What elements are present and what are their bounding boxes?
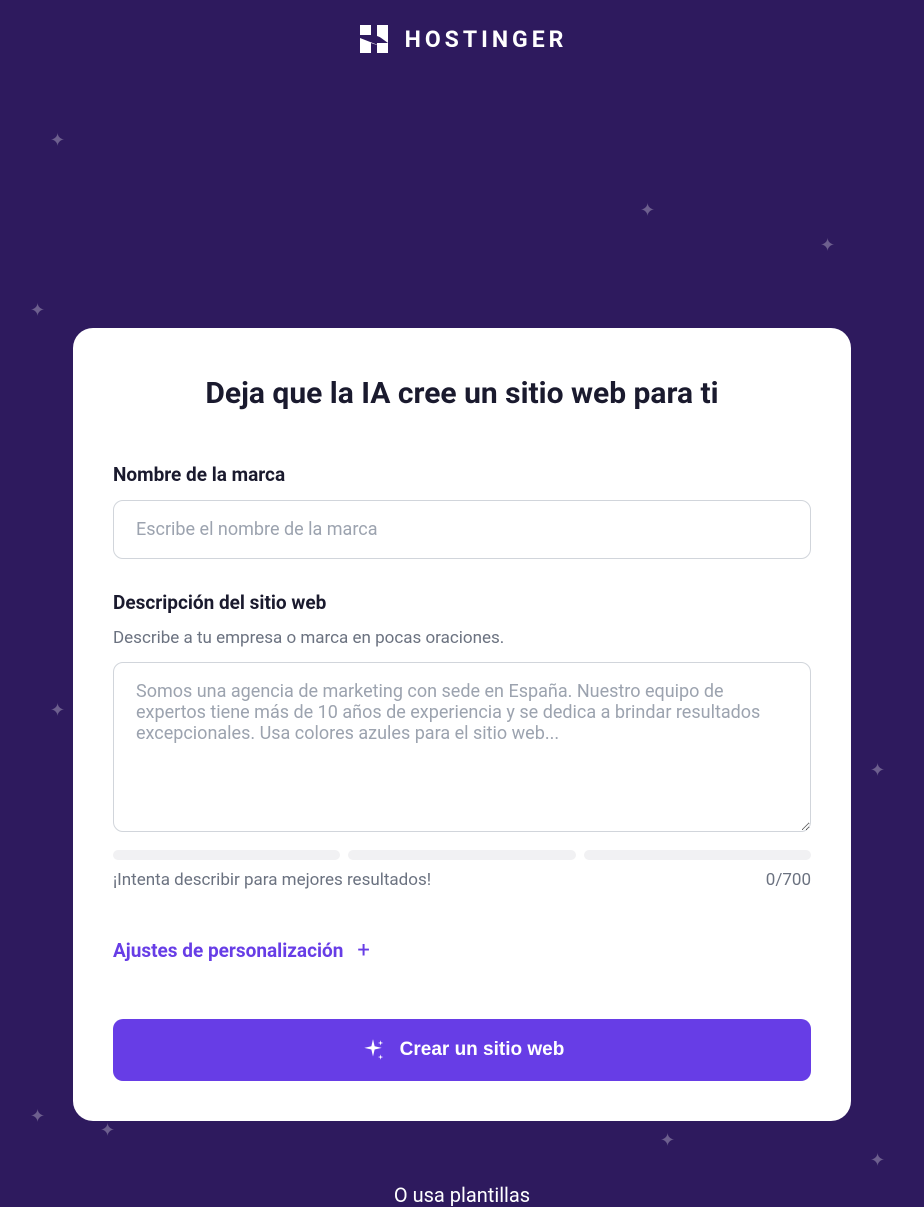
description-group: Descripción del sitio web Describe a tu … bbox=[113, 591, 811, 890]
header: HOSTINGER bbox=[0, 0, 924, 78]
progress-bar-1 bbox=[113, 850, 340, 860]
description-label: Descripción del sitio web bbox=[113, 591, 811, 614]
plus-icon: + bbox=[357, 938, 369, 963]
progress-bar-3 bbox=[584, 850, 811, 860]
description-textarea[interactable] bbox=[113, 662, 811, 832]
personalization-settings-toggle[interactable]: Ajustes de personalización + bbox=[113, 938, 811, 963]
ai-builder-card: Deja que la IA cree un sitio web para ti… bbox=[73, 328, 851, 1121]
brand-name-input[interactable] bbox=[113, 500, 811, 559]
create-website-button[interactable]: Crear un sitio web bbox=[113, 1019, 811, 1081]
logo: HOSTINGER bbox=[357, 22, 568, 56]
sparkle-icon bbox=[360, 1037, 386, 1063]
description-footer: ¡Intenta describir para mejores resultad… bbox=[113, 870, 811, 890]
card-title: Deja que la IA cree un sitio web para ti bbox=[113, 376, 811, 411]
progress-bars bbox=[113, 850, 811, 860]
description-counter: 0/700 bbox=[766, 870, 811, 890]
hostinger-logo-icon bbox=[357, 22, 391, 56]
description-hint: ¡Intenta describir para mejores resultad… bbox=[113, 870, 431, 890]
footer-text[interactable]: O usa plantillas bbox=[0, 1183, 924, 1207]
description-help: Describe a tu empresa o marca en pocas o… bbox=[113, 628, 811, 648]
logo-text: HOSTINGER bbox=[405, 26, 568, 53]
brand-name-group: Nombre de la marca bbox=[113, 463, 811, 559]
progress-bar-2 bbox=[348, 850, 575, 860]
create-button-label: Crear un sitio web bbox=[400, 1039, 565, 1061]
brand-name-label: Nombre de la marca bbox=[113, 463, 811, 486]
settings-label: Ajustes de personalización bbox=[113, 939, 343, 962]
